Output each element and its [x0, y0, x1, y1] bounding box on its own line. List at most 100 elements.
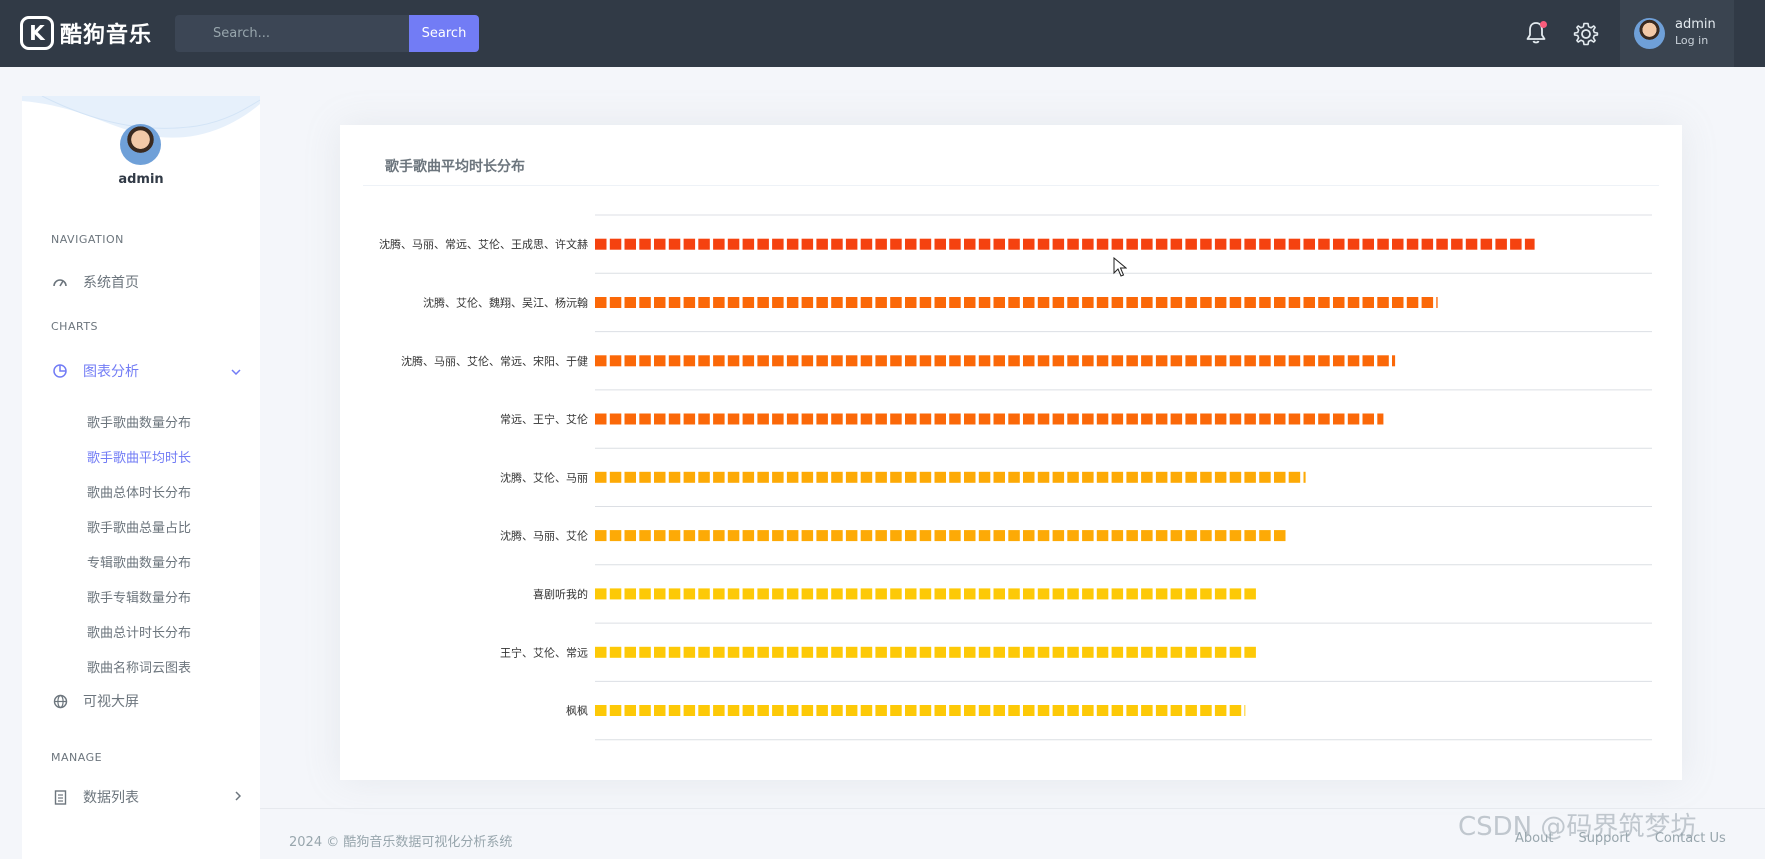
- top-navbar: K 酷狗音乐 Search admin Log in: [0, 0, 1765, 67]
- sidebar-item-big-screen[interactable]: 可视大屏: [51, 691, 241, 711]
- bar-block: [1244, 705, 1246, 716]
- bar-block: [654, 238, 666, 250]
- category-label: 沈腾、艾伦、魏翔、吴江、杨沅翰: [423, 295, 588, 309]
- bar-block: [993, 413, 1005, 425]
- bar[interactable]: [595, 530, 1286, 542]
- bar-block: [609, 355, 622, 367]
- search-input[interactable]: [175, 15, 409, 52]
- sidebar-item-chart-analysis[interactable]: 图表分析: [51, 361, 241, 381]
- bar-block: [978, 530, 991, 542]
- bar-block: [1170, 297, 1183, 308]
- bar[interactable]: [595, 471, 1306, 483]
- bar-block: [1067, 588, 1079, 600]
- bar-block: [1008, 705, 1020, 716]
- bar[interactable]: [595, 238, 1535, 250]
- bar-block: [595, 355, 607, 367]
- bar-block: [1037, 355, 1050, 367]
- sidebar-item-home[interactable]: 系统首页: [51, 272, 241, 292]
- sidebar-subitem[interactable]: 歌曲总计时长分布: [87, 622, 191, 641]
- bar-block: [1096, 530, 1109, 542]
- bar-block: [609, 646, 622, 658]
- bar-block: [1067, 355, 1079, 367]
- bar-block: [1244, 413, 1256, 425]
- bar-block: [786, 297, 799, 308]
- bar-block: [1229, 297, 1242, 308]
- bar-block: [1170, 646, 1183, 658]
- bar-block: [1229, 355, 1242, 367]
- bar-block: [831, 588, 843, 600]
- bar-block: [905, 705, 917, 716]
- bar-block: [978, 471, 991, 483]
- bar[interactable]: [595, 355, 1396, 367]
- bar-block: [964, 355, 976, 367]
- bar-block: [934, 588, 946, 600]
- bar-block: [890, 238, 902, 250]
- bar-block: [654, 413, 666, 425]
- bar-block: [654, 355, 666, 367]
- sidebar-subitem[interactable]: 专辑歌曲数量分布: [87, 552, 191, 571]
- bar-block: [1023, 297, 1035, 308]
- bar-block: [595, 297, 607, 308]
- bar-block: [831, 471, 843, 483]
- user-menu[interactable]: admin Log in: [1620, 0, 1734, 67]
- bar-block: [1303, 471, 1306, 483]
- bar-block: [1052, 646, 1065, 658]
- bar-block: [1052, 530, 1065, 542]
- sidebar-subitem[interactable]: 歌曲名称词云图表: [87, 657, 191, 676]
- pie-chart-icon: [51, 362, 69, 380]
- bar[interactable]: [595, 413, 1384, 425]
- bar[interactable]: [595, 705, 1246, 716]
- bar-block: [1023, 530, 1035, 542]
- bar-block: [1244, 238, 1256, 250]
- sidebar-subitem[interactable]: 歌手歌曲总量占比: [87, 517, 191, 536]
- sidebar-subitem[interactable]: 歌手专辑数量分布: [87, 587, 191, 606]
- bar-block: [742, 530, 755, 542]
- bar-block: [624, 413, 636, 425]
- bar-block: [1229, 238, 1242, 250]
- bar-block: [1082, 530, 1094, 542]
- bar-block: [1126, 588, 1138, 600]
- bar-block: [1067, 413, 1079, 425]
- logo-icon: K: [20, 16, 54, 50]
- bar-block: [890, 646, 902, 658]
- bar-block: [1244, 588, 1256, 600]
- app-logo[interactable]: K 酷狗音乐: [20, 16, 152, 50]
- sidebar-subitem[interactable]: 歌手歌曲平均时长: [87, 447, 191, 466]
- bar-block: [949, 530, 961, 542]
- bar-block: [1096, 297, 1109, 308]
- bar-chart[interactable]: 沈腾、马丽、常远、艾伦、王成思、许文赫沈腾、艾伦、魏翔、吴江、杨沅翰沈腾、马丽、…: [340, 125, 1682, 780]
- bar-block: [1244, 297, 1256, 308]
- bar-block: [654, 588, 666, 600]
- bar-block: [1200, 413, 1212, 425]
- bar-block: [801, 471, 814, 483]
- sidebar-subitem[interactable]: 歌曲总体时长分布: [87, 482, 191, 501]
- bar-block: [978, 413, 991, 425]
- bar-block: [1141, 705, 1153, 716]
- bar-block: [1096, 588, 1109, 600]
- bar[interactable]: [595, 646, 1256, 658]
- bar-block: [1214, 588, 1227, 600]
- bar-block: [668, 297, 681, 308]
- bar-block: [905, 238, 917, 250]
- profile-avatar[interactable]: [120, 124, 161, 165]
- sidebar-item-data-list[interactable]: 数据列表: [51, 787, 242, 807]
- bar-block: [831, 530, 843, 542]
- bar-block: [1303, 413, 1315, 425]
- bar-block: [875, 530, 887, 542]
- bar-block: [934, 355, 946, 367]
- gear-icon[interactable]: [1573, 21, 1599, 47]
- bar-block: [1067, 646, 1079, 658]
- bar-block: [1155, 530, 1168, 542]
- bar-block: [1229, 588, 1242, 600]
- bar-block: [1082, 297, 1094, 308]
- search-button[interactable]: Search: [409, 15, 479, 52]
- bar-block: [624, 471, 636, 483]
- bar-block: [595, 646, 607, 658]
- bar-block: [772, 413, 784, 425]
- bar[interactable]: [595, 588, 1256, 600]
- watermark: CSDN @码界筑梦坊: [1458, 812, 1697, 842]
- bar-block: [757, 413, 769, 425]
- bar-block: [1052, 238, 1065, 250]
- sidebar-subitem[interactable]: 歌手歌曲数量分布: [87, 412, 191, 431]
- bar[interactable]: [595, 297, 1438, 308]
